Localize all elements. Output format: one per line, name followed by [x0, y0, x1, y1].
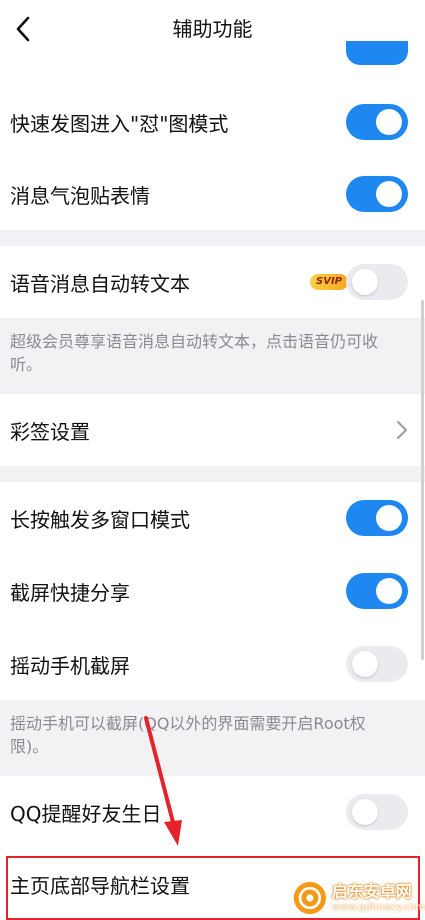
birthday-toggle[interactable] — [346, 794, 408, 830]
row-label: 长按触发多窗口模式 — [10, 507, 190, 532]
settings-row-shake-screenshot[interactable]: 摇动手机截屏 — [0, 628, 425, 700]
watermark: 启东安卓网 www.qdhuaxy.com — [292, 876, 425, 920]
toggle-knob — [376, 578, 402, 604]
multi-window-toggle[interactable] — [346, 500, 408, 536]
screenshot-share-toggle[interactable] — [346, 573, 408, 609]
shake-screenshot-note: 摇动手机可以截屏(QQ以外的界面需要开启Root权限)。 — [10, 714, 366, 756]
toggle-knob — [352, 799, 378, 825]
partial-toggle[interactable] — [346, 41, 408, 65]
settings-row-partial — [0, 41, 425, 86]
watermark-logo-icon — [293, 881, 326, 915]
watermark-text: 启东安卓网 www.qdhuaxy.com — [332, 882, 425, 914]
row-label: 截屏快捷分享 — [10, 580, 130, 605]
chevron-right-icon — [397, 421, 407, 439]
toggle-knob — [376, 505, 402, 531]
scrollbar[interactable] — [421, 300, 424, 660]
row-label: 摇动手机截屏 — [10, 653, 130, 678]
row-label: 彩签设置 — [10, 419, 90, 444]
settings-row-multi-window[interactable]: 长按触发多窗口模式 — [0, 482, 425, 554]
bubble-sticker-toggle[interactable] — [346, 176, 408, 212]
settings-row-screenshot-share[interactable]: 截屏快捷分享 — [0, 554, 425, 628]
settings-row-voice-to-text[interactable]: 语音消息自动转文本 SVIP — [0, 246, 425, 318]
quick-image-toggle[interactable] — [346, 104, 408, 140]
row-label: 消息气泡贴表情 — [10, 183, 150, 208]
toggle-knob — [352, 651, 378, 677]
row-label: QQ提醒好友生日 — [10, 801, 162, 826]
toggle-knob — [376, 109, 402, 135]
settings-row-color-tag[interactable]: 彩签设置 — [0, 394, 425, 466]
settings-row-birthday[interactable]: QQ提醒好友生日 — [0, 776, 425, 848]
toggle-knob — [352, 269, 378, 295]
watermark-url: www.qdhuaxy.com — [331, 902, 425, 913]
shake-screenshot-toggle[interactable] — [346, 646, 408, 682]
toggle-knob — [376, 181, 402, 207]
watermark-title: 启东安卓网 — [331, 882, 412, 901]
svip-badge: SVIP — [310, 274, 348, 290]
voice-to-text-note: 超级会员尊享语音消息自动转文本，点击语音仍可收听。 — [10, 332, 379, 374]
row-label: 快速发图进入"怼"图模式 — [10, 111, 229, 136]
settings-row-bubble-sticker[interactable]: 消息气泡贴表情 — [0, 158, 425, 230]
voice-to-text-toggle[interactable] — [346, 264, 408, 300]
row-label: 语音消息自动转文本 — [10, 271, 190, 296]
settings-row-quick-image[interactable]: 快速发图进入"怼"图模式 — [0, 86, 425, 158]
